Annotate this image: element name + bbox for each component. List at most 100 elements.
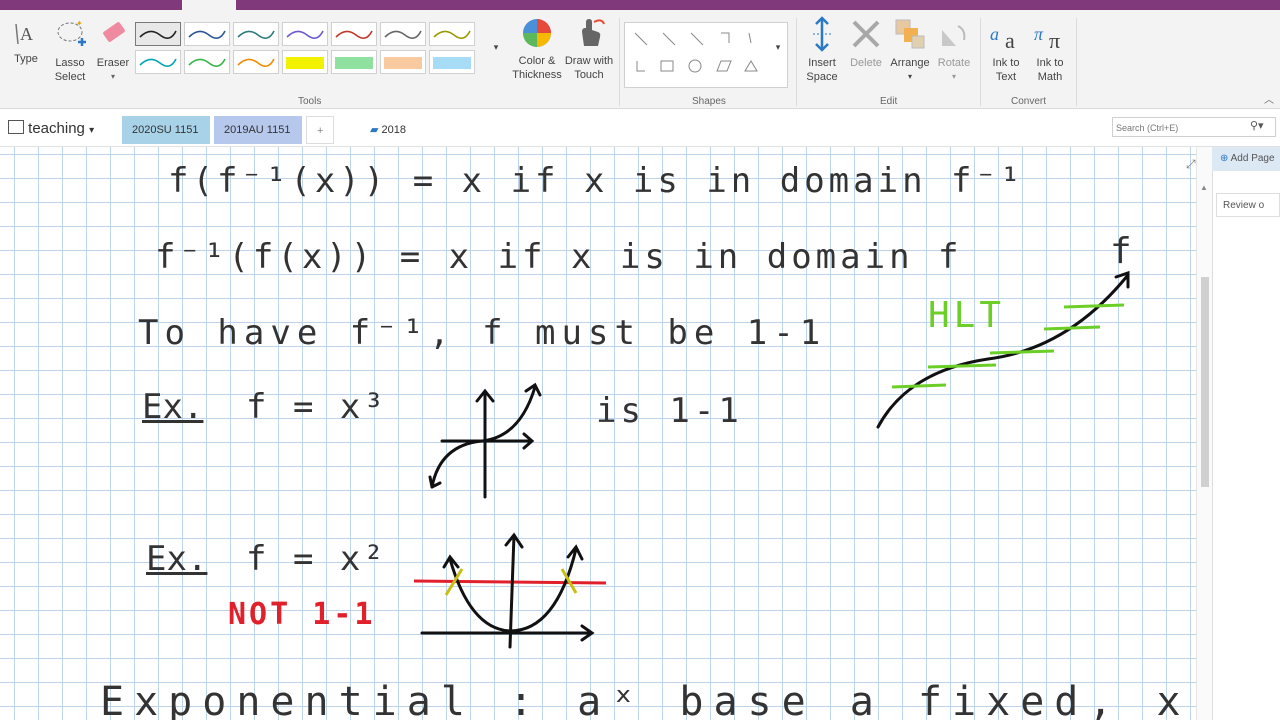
notebook-name: teaching — [28, 120, 85, 137]
delete-button[interactable]: Delete — [846, 16, 886, 70]
collapse-ribbon-icon[interactable]: ︿ — [1262, 94, 1276, 108]
expand-icon[interactable]: ⤢ — [1186, 157, 1196, 172]
ink-line-one-to-one: To have f⁻¹, f must be 1-1 — [138, 313, 827, 353]
pen-teal[interactable] — [233, 22, 279, 46]
svg-text:π: π — [1034, 24, 1044, 44]
group-separator — [796, 18, 797, 106]
search-icon[interactable]: ⚲▾ — [1250, 119, 1264, 132]
ink-exponential-line: Exponential : aˣ base a fixed, x the v — [100, 679, 1196, 720]
tools-group-label: Tools — [298, 96, 322, 107]
vertical-scrollbar[interactable]: ▲ — [1196, 147, 1213, 720]
scroll-up-icon[interactable]: ▲ — [1200, 183, 1208, 192]
color-label-1: Color & — [518, 55, 556, 67]
ink-to-text-button[interactable]: aa Ink to Text — [986, 16, 1026, 84]
highlighter-blue[interactable] — [429, 50, 475, 74]
shapes-gallery — [624, 22, 788, 88]
arrange-label: Arrange — [890, 57, 930, 69]
section-group-icon: ▰ — [370, 124, 379, 136]
ink-example-eq-1: f = x³ — [246, 387, 387, 427]
pen-red[interactable] — [331, 22, 377, 46]
lasso-label-1: Lasso — [55, 57, 85, 69]
highlighter-green[interactable] — [331, 50, 377, 74]
scroll-thumb[interactable] — [1201, 277, 1209, 487]
ink-to-math-button[interactable]: ππ Ink to Math — [1030, 16, 1070, 84]
svg-text:a: a — [1005, 28, 1015, 52]
ink-not-one-to-one: NOT 1-1 — [228, 597, 376, 632]
pen-cyan[interactable] — [135, 50, 181, 74]
insert-space-button[interactable]: Insert Space — [802, 16, 842, 84]
section-tab-2019au[interactable]: 2019AU 1151 — [214, 116, 302, 144]
svg-text:π: π — [1049, 28, 1060, 52]
ink-example-label-2: Ex. — [146, 539, 208, 579]
svg-text:A: A — [20, 24, 33, 44]
pen-black[interactable] — [135, 22, 181, 46]
section-group-2018[interactable]: ▰ 2018 — [360, 116, 420, 144]
pen-olive[interactable] — [429, 22, 475, 46]
pen-green[interactable] — [184, 50, 230, 74]
arrange-chevron-down-icon[interactable]: ▾ — [888, 70, 932, 84]
add-page-button[interactable]: ⊕ Add Page — [1212, 147, 1280, 171]
tab-draw-active[interactable] — [182, 0, 236, 10]
draw-label-1: Draw with — [564, 55, 614, 67]
color-label-2: Thickness — [512, 69, 562, 81]
group-separator — [980, 18, 981, 106]
cubic-graph-sketch — [428, 382, 542, 499]
ink-math-label-1: Ink to — [1036, 57, 1064, 69]
ribbon-tab-strip — [0, 0, 1280, 10]
eraser-chevron-down-icon[interactable]: ▾ — [96, 70, 130, 84]
notebook-chevron-down-icon: ▾ — [89, 125, 95, 136]
ink-example-label-1: Ex. — [142, 387, 204, 427]
add-page-plus-icon: ⊕ — [1220, 153, 1229, 164]
color-thickness-button[interactable]: Color & Thickness — [510, 16, 564, 82]
shapes-icons — [634, 32, 758, 73]
eraser-icon — [103, 22, 125, 42]
add-section-button[interactable]: + — [306, 116, 334, 144]
insert-label-2: Space — [806, 71, 838, 83]
insert-space-icon — [813, 16, 831, 52]
type-button[interactable]: A Type — [8, 18, 44, 66]
rotate-chevron-down-icon[interactable]: ▾ — [934, 70, 974, 84]
rotate-icon — [942, 25, 966, 46]
eraser-button[interactable]: Eraser ▾ — [96, 18, 130, 84]
svg-text:a: a — [990, 24, 999, 44]
delete-x-icon — [852, 20, 880, 48]
page-item-review[interactable]: Review o — [1216, 193, 1280, 217]
notebook-book-icon — [8, 120, 24, 134]
highlighter-peach[interactable] — [380, 50, 426, 74]
section-group-label: 2018 — [381, 124, 407, 136]
arrange-button[interactable]: Arrange ▾ — [888, 16, 932, 84]
ink-line-inverse-1: f(f⁻¹(x)) = x if x is in domain f⁻¹ — [168, 161, 1025, 201]
pen-blue[interactable] — [184, 22, 230, 46]
lasso-icon: ✦ — [57, 19, 86, 46]
convert-group-label: Convert — [1011, 96, 1047, 107]
highlighter-yellow[interactable] — [282, 50, 328, 74]
shapes-more-icon[interactable]: ▾ — [772, 40, 784, 54]
shapes-group-label: Shapes — [692, 96, 726, 107]
draw-with-touch-button[interactable]: Draw with Touch — [562, 16, 616, 82]
group-separator — [1076, 18, 1077, 106]
ink-math-label-2: Math — [1037, 71, 1063, 83]
pen-orange[interactable] — [233, 50, 279, 74]
section-tab-2020su[interactable]: 2020SU 1151 — [122, 116, 210, 144]
add-page-label: Add Page — [1230, 153, 1275, 164]
pen-gallery-more-icon[interactable]: ▾ — [490, 40, 502, 54]
rotate-label: Rotate — [937, 57, 971, 69]
pen-gray[interactable] — [380, 22, 426, 46]
ink-example-eq-2: f = x² — [246, 539, 387, 579]
rotate-button[interactable]: Rotate ▾ — [934, 16, 974, 84]
delete-label: Delete — [850, 57, 882, 69]
color-wheel-icon — [523, 19, 551, 47]
page-list-pane — [1212, 147, 1280, 720]
arrange-icon — [895, 19, 925, 49]
increasing-function-sketch — [876, 270, 1130, 429]
type-icon: A — [15, 23, 33, 45]
lasso-select-button[interactable]: ✦ Lasso Select — [50, 18, 90, 84]
pen-purple[interactable] — [282, 22, 328, 46]
lasso-label-2: Select — [54, 71, 86, 83]
ink-to-math-icon: ππ — [1034, 24, 1060, 53]
draw-label-2: Touch — [574, 69, 604, 81]
ink-example-result-1: is 1-1 — [596, 391, 743, 431]
notebook-selector[interactable]: teaching ▾ — [8, 120, 94, 137]
note-canvas[interactable]: ⤢ f(f⁻¹(x)) = x if x is in domain f⁻¹ f⁻… — [0, 147, 1196, 720]
touch-hand-icon — [582, 19, 605, 46]
